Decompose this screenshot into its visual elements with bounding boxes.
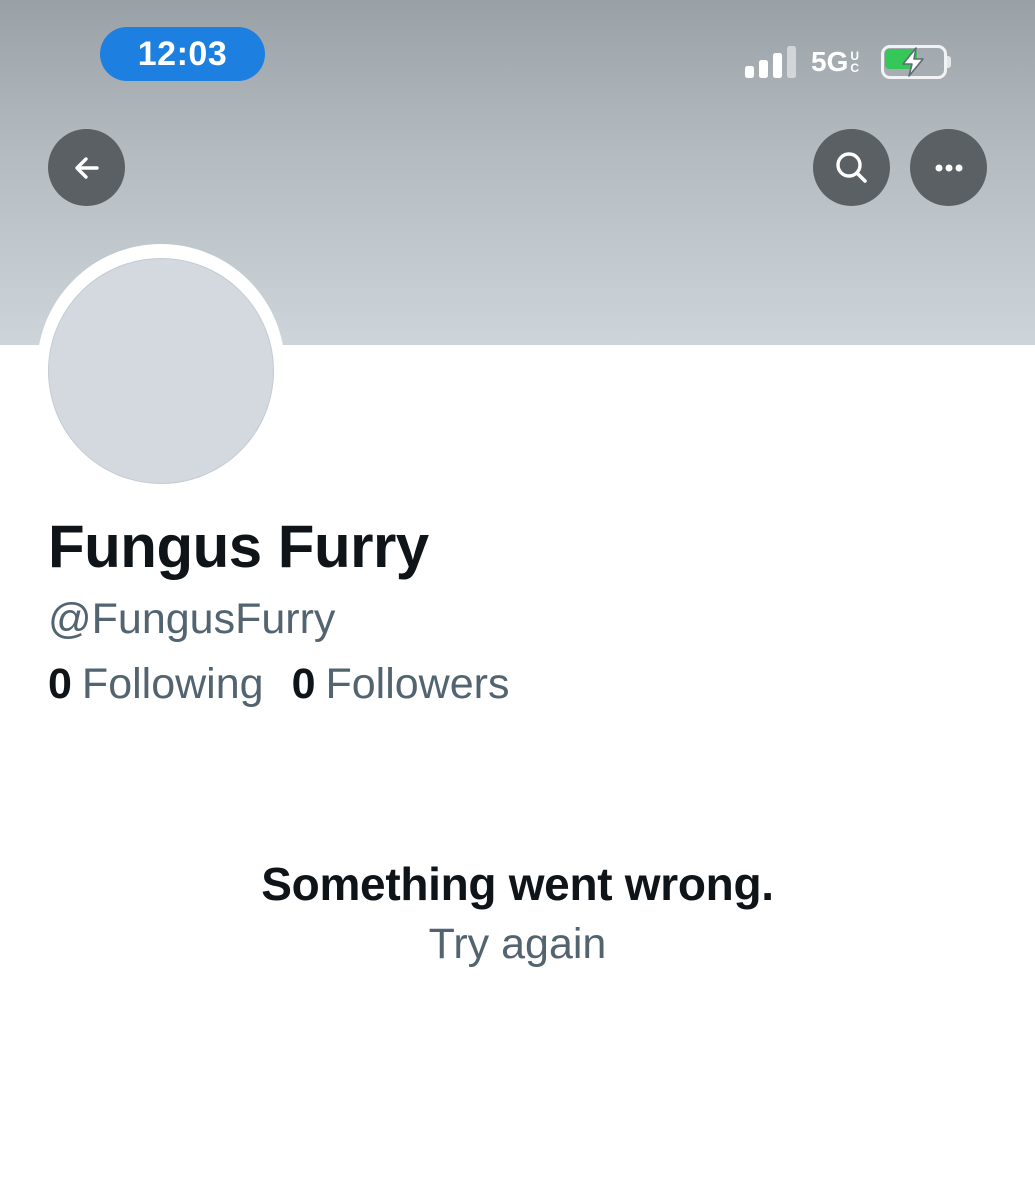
display-name: Fungus Furry (48, 513, 429, 580)
status-time[interactable]: 12:03 (100, 27, 265, 81)
try-again-button[interactable]: Try again (0, 920, 1035, 969)
network-label: 5G (811, 46, 849, 77)
avatar[interactable] (48, 258, 274, 484)
follow-stats: 0 Following 0 Followers (48, 660, 509, 709)
following-count: 0 (48, 660, 72, 708)
battery-charging-icon (881, 45, 951, 79)
arrow-left-icon (74, 156, 99, 179)
error-message: Something went wrong. (261, 858, 774, 910)
followers-label: Followers (325, 660, 510, 708)
following-link[interactable]: 0 Following (48, 660, 264, 709)
network-indicator: 5G U C (811, 44, 859, 80)
followers-count: 0 (291, 660, 316, 708)
followers-link[interactable]: 0 Followers (292, 660, 510, 709)
network-uc-label: U C (850, 49, 860, 75)
search-button[interactable] (813, 129, 890, 206)
back-button[interactable] (48, 129, 125, 206)
more-options-button[interactable] (910, 129, 987, 206)
user-handle: @FungusFurry (48, 595, 336, 643)
profile-screen: 12:03 5G U C Fungus Furry @FungusFurry 0… (0, 0, 1035, 1200)
search-icon (835, 151, 867, 183)
following-label: Following (81, 660, 264, 708)
more-horizontal-icon (935, 164, 962, 171)
cellular-signal-icon (745, 44, 799, 78)
